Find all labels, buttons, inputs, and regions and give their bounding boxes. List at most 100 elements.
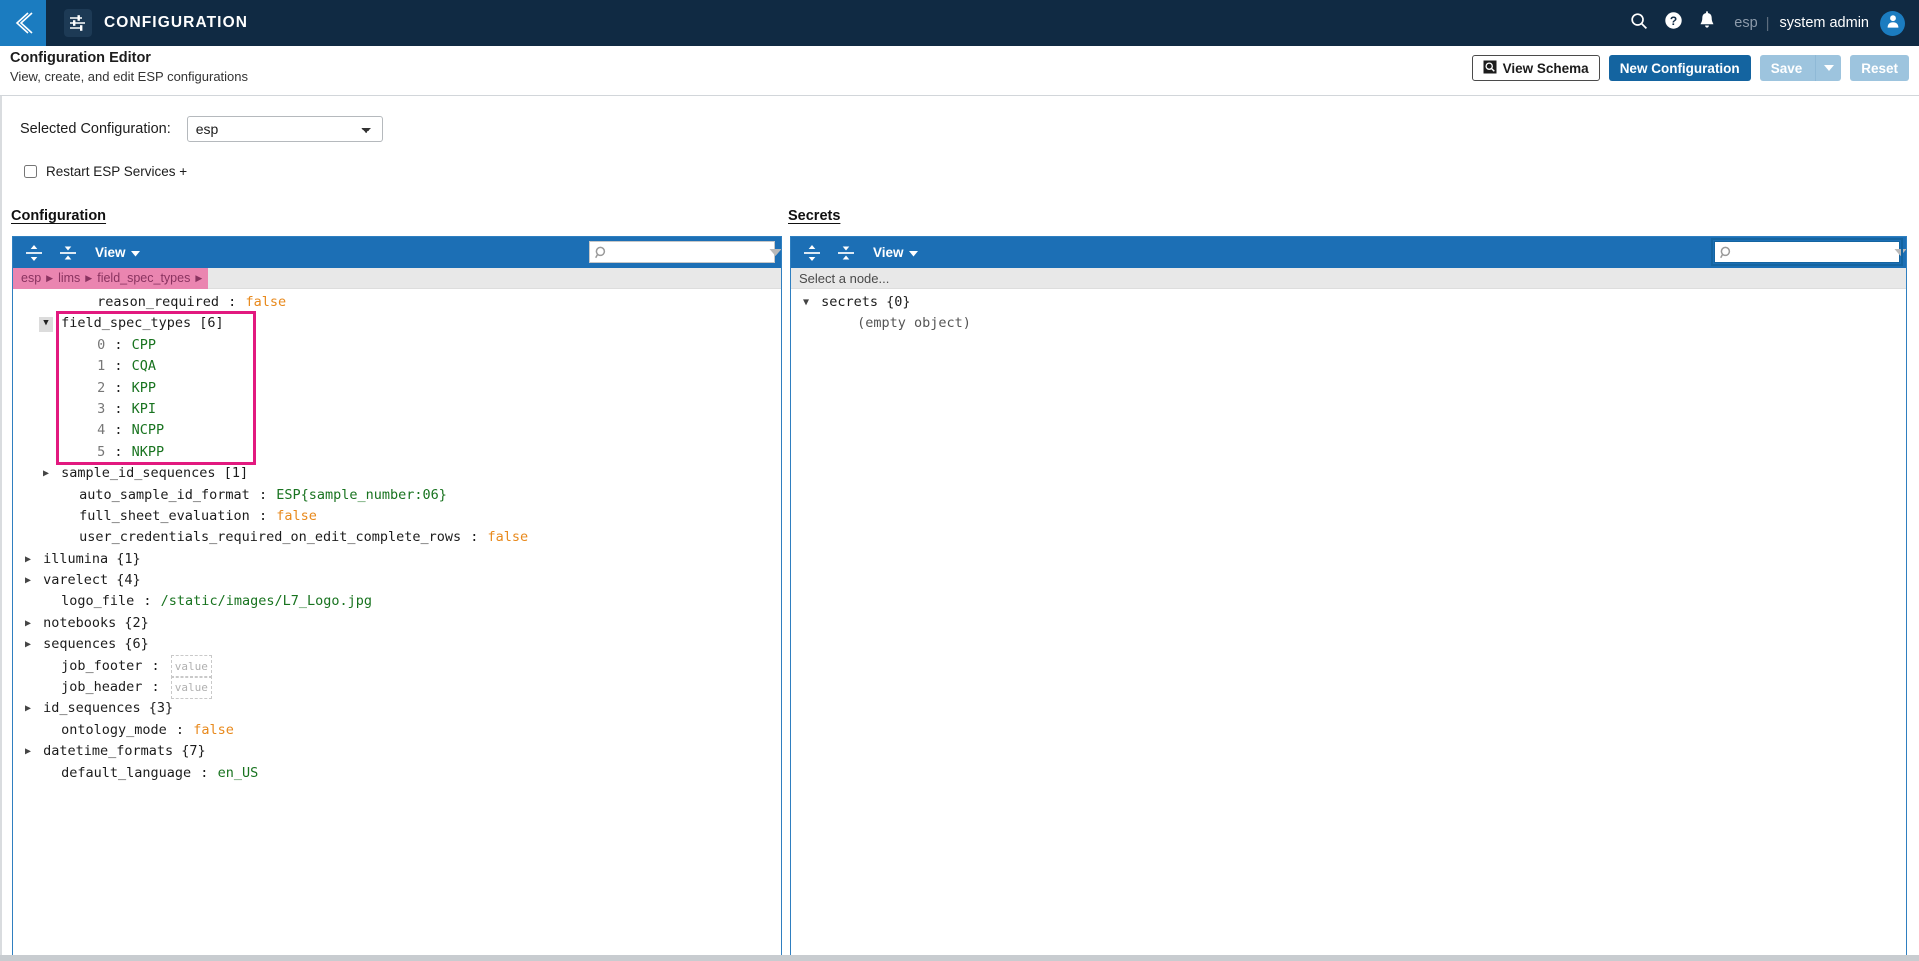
tree-row[interactable]: ▶ id_sequences {3} (13, 698, 781, 719)
tree-row[interactable]: job_header : value (13, 676, 781, 700)
tree-separator: : (106, 443, 131, 460)
tree-row[interactable]: default_language : en_US (13, 763, 781, 784)
tree-node-count: {4} (108, 572, 141, 589)
selected-configuration-select[interactable]: esp (186, 116, 383, 142)
collapse-all-icon[interactable] (55, 242, 81, 264)
caret-down-icon[interactable]: ▼ (799, 292, 813, 313)
new-configuration-button[interactable]: New Configuration (1608, 55, 1751, 81)
caret-right-icon[interactable]: ▶ (21, 549, 35, 570)
view-schema-button[interactable]: View Schema (1471, 55, 1600, 81)
caret-right-icon[interactable]: ▶ (39, 463, 53, 484)
tree-row[interactable]: 4 : NCPP (13, 420, 781, 441)
tree-value[interactable]: NCPP (132, 420, 165, 441)
tree-row[interactable]: 1 : CQA (13, 356, 781, 377)
tree-value[interactable]: KPP (132, 378, 156, 399)
tree-row[interactable]: user_credentials_required_on_edit_comple… (13, 527, 781, 548)
tree-value[interactable]: false (276, 506, 317, 527)
tree-row[interactable]: ▼ secrets {0} (791, 292, 1906, 313)
top-navigation-bar: CONFIGURATION ? esp | system admin (0, 0, 1919, 46)
tree-row[interactable]: ▶ sequences {6} (13, 634, 781, 655)
breadcrumb-item-field-spec-types[interactable]: field_spec_types (97, 271, 190, 285)
breadcrumb-item-lims[interactable]: lims (58, 271, 80, 285)
tree-node-count: {3} (140, 700, 174, 717)
tree-row[interactable]: ▼ field_spec_types [6] (13, 313, 781, 334)
secrets-search-box[interactable] (1711, 238, 1906, 266)
caret-down-icon[interactable]: ▼ (39, 316, 53, 332)
tree-value[interactable]: false (245, 292, 286, 313)
search-next-icon[interactable] (769, 248, 781, 257)
tree-row[interactable]: job_footer : value (13, 654, 781, 679)
view-menu-button[interactable]: View (95, 245, 140, 260)
tree-row[interactable]: 0 : CPP (13, 335, 781, 356)
tree-key: job_footer (53, 657, 143, 674)
search-nav-buttons (769, 248, 781, 257)
tree-node-count: {0} (878, 294, 911, 310)
back-button[interactable] (0, 0, 46, 46)
configuration-panel: View esp ▶ lims ▶ field_spec_types ▶ rea… (12, 236, 782, 961)
nav-right-actions: ? esp | system admin (1622, 0, 1905, 46)
configuration-tree[interactable]: reason_required : false ▼ field_spec_type… (13, 289, 781, 958)
caret-right-icon[interactable]: ▶ (21, 741, 35, 762)
tree-value[interactable]: KPI (132, 399, 156, 420)
tree-row[interactable]: ▶ illumina {1} (13, 549, 781, 570)
tree-value[interactable]: CPP (132, 335, 156, 356)
caret-right-icon[interactable]: ▶ (21, 613, 35, 634)
caret-right-icon[interactable]: ▶ (21, 698, 35, 719)
tree-row[interactable]: logo_file : /static/images/L7_Logo.jpg (13, 591, 781, 612)
help-button[interactable]: ? (1656, 0, 1690, 46)
view-menu-button[interactable]: View (873, 245, 918, 260)
save-button[interactable]: Save (1759, 55, 1816, 81)
tree-empty-value-placeholder[interactable]: value (170, 676, 212, 700)
user-avatar[interactable] (1880, 10, 1905, 36)
tree-key: auto_sample_id_format (71, 486, 250, 503)
tree-separator: : (220, 294, 245, 310)
tree-separator: : (462, 529, 487, 546)
expand-all-icon[interactable] (21, 242, 47, 264)
notifications-button[interactable] (1690, 0, 1724, 46)
tree-empty-value-placeholder[interactable]: value (170, 654, 212, 679)
configuration-search-box[interactable] (589, 241, 781, 263)
tree-key: logo_file (53, 593, 135, 610)
restart-services-label[interactable]: Restart ESP Services + (46, 164, 187, 179)
breadcrumb-item-esp[interactable]: esp (21, 271, 41, 285)
breadcrumb[interactable]: esp ▶ lims ▶ field_spec_types ▶ (13, 267, 209, 289)
reset-button[interactable]: Reset (1850, 55, 1909, 81)
tree-row[interactable]: (empty object) (791, 313, 1906, 334)
tree-value[interactable]: en_US (218, 763, 259, 784)
restart-services-checkbox[interactable] (24, 165, 37, 178)
collapse-all-icon[interactable] (833, 242, 859, 264)
tree-row[interactable]: full_sheet_evaluation : false (13, 506, 781, 527)
save-dropdown-button[interactable] (1815, 55, 1842, 81)
tree-key: 1 (89, 358, 106, 375)
tree-value[interactable]: NKPP (132, 442, 165, 463)
tree-row[interactable]: ontology_mode : false (13, 720, 781, 741)
tree-value[interactable]: false (488, 527, 529, 548)
tree-value[interactable]: ESP{sample_number:06} (276, 485, 447, 506)
tree-key: sample_id_sequences (53, 465, 216, 482)
tree-value[interactable]: /static/images/L7_Logo.jpg (161, 591, 372, 612)
configuration-search-input[interactable] (608, 245, 769, 259)
secrets-tree[interactable]: ▼ secrets {0} (empty object) (791, 289, 1906, 958)
tree-row[interactable]: ▶ datetime_formats {7} (13, 741, 781, 762)
expand-all-icon[interactable] (799, 242, 825, 264)
tree-value[interactable]: false (193, 720, 234, 741)
caret-right-icon[interactable]: ▶ (21, 634, 35, 655)
tree-row[interactable]: ▶ varelect {4} (13, 570, 781, 591)
header-action-buttons: View Schema New Configuration Save Reset (1471, 55, 1909, 81)
caret-right-icon[interactable]: ▶ (21, 570, 35, 591)
tree-row[interactable]: auto_sample_id_format : ESP{sample_numbe… (13, 485, 781, 506)
nav-separator: | (1765, 14, 1770, 32)
tree-key: ontology_mode (53, 721, 167, 738)
tree-value[interactable]: CQA (132, 356, 156, 377)
tree-row[interactable]: 3 : KPI (13, 399, 781, 420)
tree-row[interactable]: ▶ notebooks {2} (13, 613, 781, 634)
tree-row[interactable]: 2 : KPP (13, 378, 781, 399)
tree-row[interactable]: 5 : NKPP (13, 442, 781, 463)
tree-row[interactable]: reason_required : false (13, 292, 781, 313)
search-next-icon[interactable] (1894, 248, 1906, 257)
tree-row[interactable]: ▶ sample_id_sequences [1] (13, 463, 781, 484)
search-button[interactable] (1622, 0, 1656, 46)
secrets-search-input[interactable] (1733, 245, 1894, 259)
